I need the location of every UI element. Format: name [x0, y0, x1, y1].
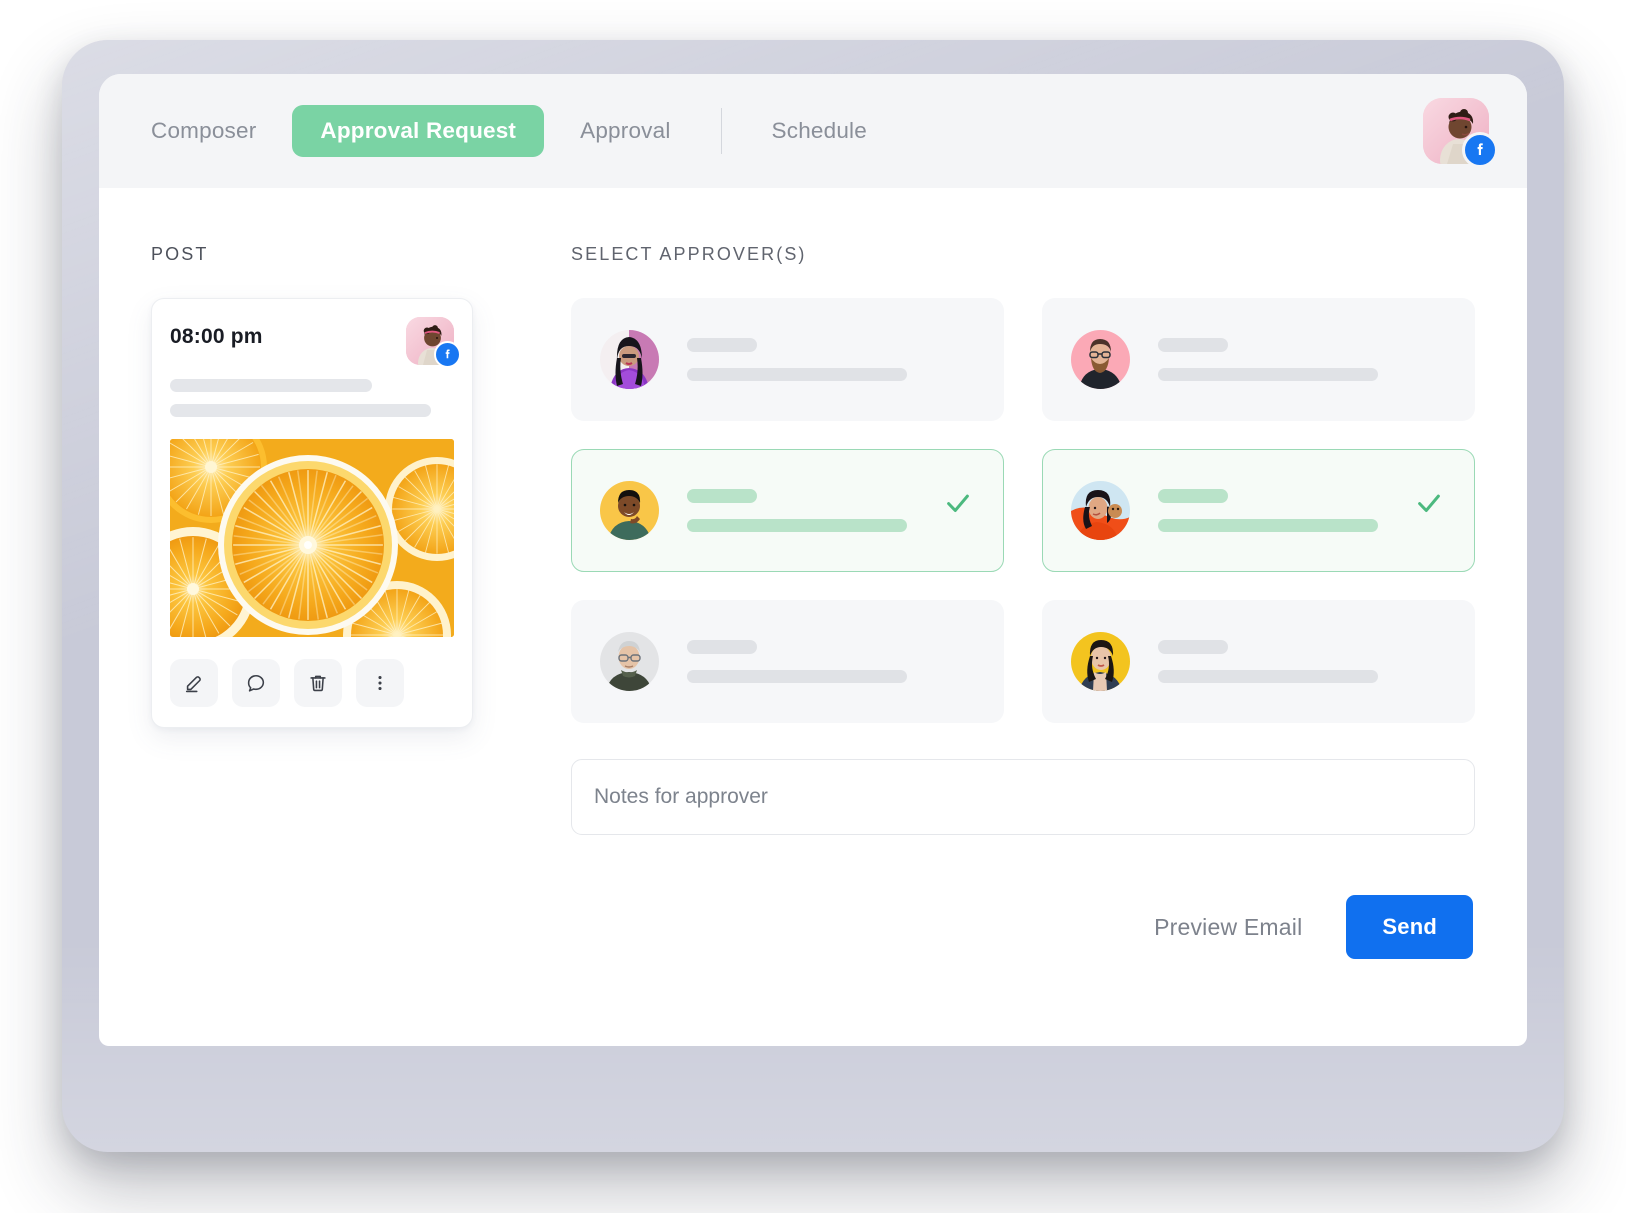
- avatar: [1059, 320, 1142, 403]
- tab-divider: [720, 108, 722, 154]
- approver-card-5[interactable]: [571, 600, 1004, 723]
- app-body: POST 08:00 pm SELECT APPROVER(S) Notes f…: [99, 188, 1527, 959]
- check-icon: [1414, 488, 1444, 523]
- approver-grid: [571, 298, 1475, 723]
- tab-approval-request[interactable]: Approval Request: [292, 105, 545, 157]
- skeleton-line-short: [687, 489, 757, 503]
- approver-name-skeleton: [687, 338, 977, 381]
- check-icon: [943, 488, 973, 523]
- approver-card-2[interactable]: [1042, 298, 1475, 421]
- send-button[interactable]: Send: [1346, 895, 1473, 959]
- approver-card-4[interactable]: [1042, 449, 1475, 572]
- post-section-label: POST: [151, 244, 209, 264]
- skeleton-line-long: [687, 670, 908, 683]
- tab-composer[interactable]: Composer: [151, 105, 288, 157]
- delete-post-button[interactable]: [294, 659, 342, 707]
- skeleton-line-short: [687, 338, 757, 352]
- edit-post-button[interactable]: [170, 659, 218, 707]
- avatar: [1059, 471, 1142, 554]
- approver-name-skeleton: [1158, 338, 1448, 381]
- approver-card-6[interactable]: [1042, 600, 1475, 723]
- post-action-bar: [170, 659, 454, 707]
- post-time: 08:00 pm: [170, 325, 263, 348]
- avatar-image: [1071, 632, 1130, 691]
- skeleton-line-long: [687, 519, 908, 532]
- tab-schedule[interactable]: Schedule: [740, 105, 899, 157]
- tab-bar: Composer Approval Request Approval Sched…: [151, 105, 899, 157]
- account-avatar[interactable]: [1411, 86, 1501, 176]
- trash-icon: [307, 672, 329, 694]
- approvers-column: SELECT APPROVER(S) Notes for approver Pr…: [551, 244, 1475, 959]
- avatar: [588, 471, 671, 554]
- notes-field[interactable]: [571, 759, 1475, 835]
- post-text-skeleton-line: [170, 379, 372, 392]
- pencil-icon: [183, 672, 205, 694]
- app-header: Composer Approval Request Approval Sched…: [99, 74, 1527, 188]
- skeleton-line-long: [1158, 368, 1379, 381]
- approver-name-skeleton: [1158, 640, 1448, 683]
- skeleton-line-long: [1158, 670, 1379, 683]
- approver-card-3[interactable]: [571, 449, 1004, 572]
- avatar-image: [600, 632, 659, 691]
- approver-card-1[interactable]: [571, 298, 1004, 421]
- comment-post-button[interactable]: [232, 659, 280, 707]
- app-window: Composer Approval Request Approval Sched…: [99, 74, 1527, 1046]
- facebook-icon: [1462, 132, 1498, 168]
- notes-input[interactable]: [594, 785, 1452, 809]
- avatar-image: [600, 330, 659, 389]
- screenshot-root: Composer Approval Request Approval Sched…: [0, 0, 1626, 1213]
- post-avatar: [395, 306, 465, 376]
- post-card-header: 08:00 pm: [170, 306, 465, 376]
- facebook-icon: [434, 341, 461, 368]
- approvers-section-label: SELECT APPROVER(S): [571, 244, 807, 264]
- more-options-button[interactable]: [356, 659, 404, 707]
- approver-name-skeleton: [1158, 489, 1448, 532]
- avatar: [588, 622, 671, 705]
- post-text-skeleton-line: [170, 404, 432, 417]
- skeleton-line-short: [1158, 640, 1228, 654]
- speech-bubble-icon: [245, 672, 267, 694]
- kebab-menu-icon: [369, 672, 391, 694]
- skeleton-line-short: [1158, 338, 1228, 352]
- skeleton-line-long: [1158, 519, 1379, 532]
- skeleton-line-long: [687, 368, 908, 381]
- approver-name-skeleton: [687, 640, 977, 683]
- avatar-image: [600, 481, 659, 540]
- post-media-image: [170, 439, 454, 637]
- approver-name-skeleton: [687, 489, 977, 532]
- post-column: POST 08:00 pm: [151, 244, 551, 959]
- action-footer: Preview Email Send: [571, 895, 1475, 959]
- preview-email-button[interactable]: Preview Email: [1154, 914, 1302, 941]
- avatar-image: [1071, 481, 1130, 540]
- tab-approval[interactable]: Approval: [548, 105, 702, 157]
- skeleton-line-short: [687, 640, 757, 654]
- post-card: 08:00 pm: [151, 298, 473, 728]
- avatar: [588, 320, 671, 403]
- avatar: [1059, 622, 1142, 705]
- skeleton-line-short: [1158, 489, 1228, 503]
- avatar-image: [1071, 330, 1130, 389]
